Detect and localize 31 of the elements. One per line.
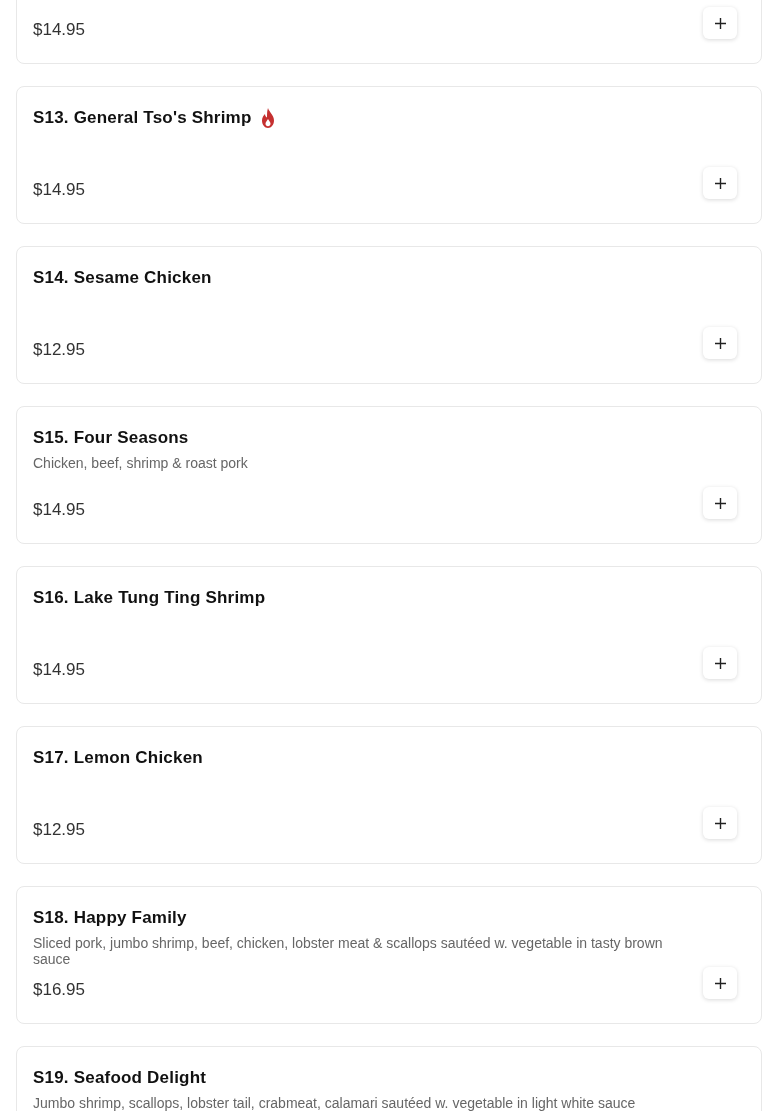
item-price: $12.95 bbox=[33, 819, 85, 841]
item-price: $14.95 bbox=[33, 499, 85, 521]
add-button[interactable] bbox=[703, 807, 737, 839]
item-price: $14.95 bbox=[33, 179, 85, 201]
plus-icon bbox=[714, 497, 726, 509]
item-description: Sliced pork, jumbo shrimp, beef, chicken, lobster meat & scallops sautéed w. vegetable in tasty brown sauce bbox=[33, 935, 664, 967]
item-price: $14.95 bbox=[33, 659, 85, 681]
item-name: S13. General Tso's Shrimp bbox=[33, 107, 252, 129]
plus-icon bbox=[714, 17, 726, 29]
item-name: S18. Happy Family bbox=[33, 907, 187, 929]
item-name: S14. Sesame Chicken bbox=[33, 267, 212, 289]
plus-icon bbox=[714, 817, 726, 829]
plus-icon bbox=[714, 657, 726, 669]
item-name: S19. Seafood Delight bbox=[33, 1067, 207, 1089]
add-button[interactable] bbox=[703, 487, 737, 519]
item-price: $12.95 bbox=[33, 339, 85, 361]
add-button[interactable] bbox=[703, 647, 737, 679]
item-name: S17. Lemon Chicken bbox=[33, 747, 203, 769]
plus-icon bbox=[714, 977, 726, 989]
item-description: Jumbo shrimp, scallops, lobster tail, crabmeat, calamari sautéed w. vegetable in light white sauce bbox=[33, 1095, 637, 1111]
add-button[interactable] bbox=[703, 327, 737, 359]
add-button[interactable] bbox=[703, 7, 737, 39]
add-button[interactable] bbox=[703, 967, 737, 999]
item-description: Chicken, beef, shrimp & roast pork bbox=[33, 455, 249, 471]
item-price: $14.95 bbox=[33, 19, 85, 41]
item-name: S15. Four Seasons bbox=[33, 427, 189, 449]
add-button[interactable] bbox=[703, 167, 737, 199]
item-name: S16. Lake Tung Ting Shrimp bbox=[33, 587, 266, 609]
item-price: $16.95 bbox=[33, 979, 85, 1001]
plus-icon bbox=[714, 177, 726, 189]
plus-icon bbox=[714, 337, 726, 349]
